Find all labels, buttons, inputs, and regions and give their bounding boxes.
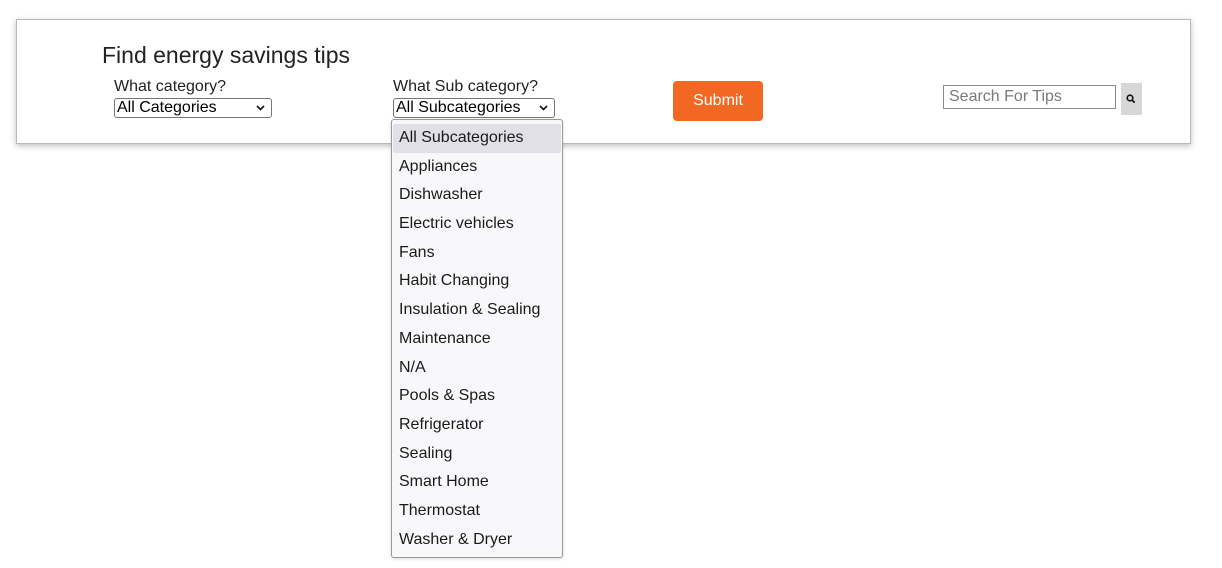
subcategory-option[interactable]: All Subcategories [393,124,561,153]
subcategory-select[interactable]: All Subcategories [393,98,555,118]
subcategory-option[interactable]: Electric vehicles [393,210,561,239]
tips-filter-panel: Find energy savings tips What category? … [16,19,1191,144]
subcategory-label: What Sub category? [393,78,538,95]
chevron-down-icon [256,105,265,111]
subcategory-option[interactable]: Thermostat [393,497,561,526]
subcategory-option[interactable]: Maintenance [393,325,561,354]
search-button[interactable] [1121,83,1142,115]
search-icon [1126,94,1136,104]
subcategory-option[interactable]: Pools & Spas [393,382,561,411]
subcategory-option[interactable]: Fans [393,239,561,268]
subcategory-dropdown-list: All Subcategories Appliances Dishwasher Ele… [391,119,563,558]
subcategory-option[interactable]: Sealing [393,440,561,469]
subcategory-option[interactable]: Smart Home [393,468,561,497]
subcategory-option[interactable]: Insulation & Sealing [393,296,561,325]
submit-button[interactable]: Submit [673,81,763,121]
subcategory-option[interactable]: Dishwasher [393,181,561,210]
category-label: What category? [114,78,227,95]
category-select[interactable]: All Categories [114,98,272,118]
subcategory-option[interactable]: Appliances [393,153,561,182]
search-input[interactable]: Search For Tips [943,85,1116,109]
category-select-value: All Categories [117,99,217,116]
subcategory-options: All Subcategories Appliances Dishwasher Ele… [392,120,562,554]
page-title: Find energy savings tips [102,42,351,68]
subcategory-option[interactable]: Refrigerator [393,411,561,440]
subcategory-option[interactable]: Habit Changing [393,267,561,296]
subcategory-option[interactable]: N/A [393,354,561,383]
subcategory-select-value: All Subcategories [396,99,521,116]
subcategory-option[interactable]: Washer & Dryer [393,526,561,555]
chevron-down-icon [539,105,548,111]
